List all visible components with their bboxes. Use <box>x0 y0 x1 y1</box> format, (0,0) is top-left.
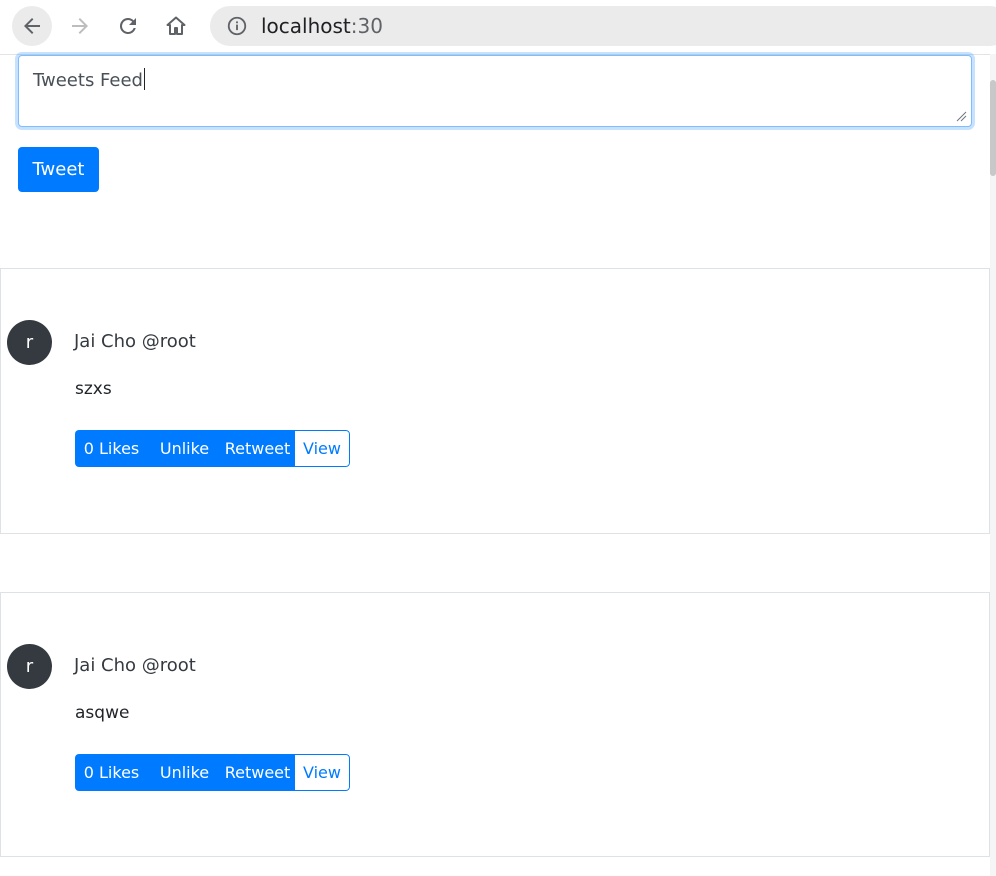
reload-icon <box>119 17 136 34</box>
tweet-card: r Jai Cho @root asqwe 0 Likes Unlike Ret… <box>0 592 990 857</box>
likes-button[interactable]: 0 Likes <box>75 754 148 791</box>
tweet-text: asqwe <box>75 703 130 723</box>
tweet-text: szxs <box>75 379 112 399</box>
tweet-actions: 0 Likes Unlike Retweet View <box>75 754 350 791</box>
tweet-textarea-value: Tweets Feed <box>33 70 143 91</box>
reload-button[interactable] <box>108 6 148 46</box>
page-scrollbar[interactable] <box>990 54 996 876</box>
address-bar[interactable]: localhost:30 <box>210 6 996 46</box>
home-button[interactable] <box>156 6 196 46</box>
unlike-button[interactable]: Unlike <box>148 430 221 467</box>
tweet-author: Jai Cho @root <box>74 655 196 676</box>
back-arrow-icon <box>24 18 40 34</box>
tweet-author: Jai Cho @root <box>74 331 196 352</box>
url-port: :30 <box>350 14 383 38</box>
url-text: localhost:30 <box>261 15 383 37</box>
forward-arrow-icon <box>72 18 88 34</box>
forward-button[interactable] <box>60 6 100 46</box>
tweet-actions: 0 Likes Unlike Retweet View <box>75 430 350 467</box>
tweet-card: r Jai Cho @root szxs 0 Likes Unlike Retw… <box>0 268 990 534</box>
url-host: localhost <box>261 14 351 38</box>
tweet-button[interactable]: Tweet <box>18 147 99 192</box>
resize-grip-icon[interactable] <box>955 110 967 122</box>
back-button[interactable] <box>12 6 52 46</box>
retweet-button[interactable]: Retweet <box>221 754 294 791</box>
likes-button[interactable]: 0 Likes <box>75 430 148 467</box>
view-button[interactable]: View <box>294 430 350 467</box>
unlike-button[interactable]: Unlike <box>148 754 221 791</box>
avatar[interactable]: r <box>7 644 52 689</box>
retweet-button[interactable]: Retweet <box>221 430 294 467</box>
home-icon <box>166 16 186 35</box>
info-icon[interactable] <box>226 15 248 37</box>
view-button[interactable]: View <box>294 754 350 791</box>
avatar[interactable]: r <box>7 320 52 365</box>
text-caret <box>144 68 145 90</box>
tweet-textarea[interactable]: Tweets Feed <box>18 55 972 127</box>
browser-toolbar: localhost:30 <box>0 0 996 55</box>
scrollbar-thumb[interactable] <box>990 80 996 176</box>
